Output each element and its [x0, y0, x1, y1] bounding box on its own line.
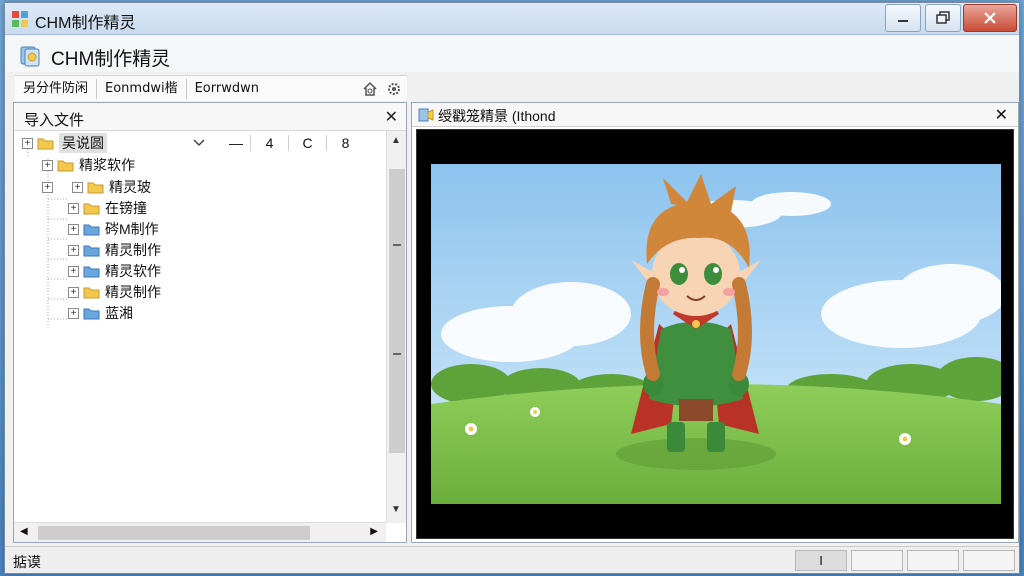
- root-tool-c[interactable]: C: [288, 135, 326, 151]
- tree-item[interactable]: + + 精灵玻: [42, 177, 151, 197]
- tree-item-label: 在镑撞: [105, 200, 147, 216]
- status-text: 掂谟: [13, 554, 41, 570]
- maximize-button[interactable]: [925, 4, 961, 32]
- close-button[interactable]: [963, 4, 1017, 32]
- window-title: CHM制作精灵: [35, 15, 136, 32]
- restore-icon: [936, 11, 950, 24]
- scroll-up-icon[interactable]: ▲: [391, 135, 401, 146]
- tree-item-label: 精灵制作: [105, 242, 161, 258]
- app-header: CHM制作精灵: [5, 36, 1019, 72]
- vertical-scrollbar[interactable]: ▲ ▼: [386, 131, 406, 523]
- expand-toggle-icon[interactable]: +: [68, 286, 79, 298]
- scroll-left-icon[interactable]: ◀: [20, 526, 28, 537]
- tree-item[interactable]: + 精浆软作: [42, 155, 135, 175]
- expand-toggle-icon[interactable]: +: [68, 202, 79, 214]
- folder-icon: [57, 160, 74, 171]
- folder-icon: [37, 138, 54, 149]
- tree-item-label: 精灵制作: [105, 284, 161, 300]
- file-tree-title: 导入文件: [24, 112, 85, 129]
- expand-toggle-icon[interactable]: +: [72, 181, 83, 193]
- folder-icon: [83, 266, 100, 277]
- preview-panel: 绶戳笼精景 (Ithond ✕: [411, 102, 1019, 543]
- status-segment: [963, 550, 1015, 571]
- folder-icon: [83, 203, 100, 214]
- file-tree: + 吴说圆 — 4 C 8 + 精浆软作 + + 精灵玻 + 在镑撞 + 硶M制…: [14, 131, 386, 523]
- expand-toggle-icon[interactable]: +: [42, 159, 53, 171]
- root-tool-4[interactable]: 4: [250, 135, 288, 151]
- tree-item[interactable]: + 精灵软作: [68, 261, 161, 281]
- root-tool-dash[interactable]: —: [222, 135, 250, 151]
- tree-indent: [57, 181, 68, 193]
- tree-item-root[interactable]: + 吴说圆: [22, 133, 107, 153]
- preview-tab-icon: [418, 108, 434, 122]
- folder-icon: [83, 308, 100, 319]
- scroll-down-icon[interactable]: ▼: [391, 504, 401, 515]
- status-bar: 掂谟 I: [5, 546, 1019, 573]
- horizontal-scrollbar[interactable]: ◀ ▶: [14, 522, 386, 542]
- app-icon: [12, 11, 28, 27]
- expand-toggle-icon[interactable]: +: [42, 181, 53, 193]
- tree-item-label: 吴说圆: [59, 133, 107, 153]
- scroll-grip-icon: [393, 244, 401, 246]
- tree-item-label: 精灵玻: [109, 179, 151, 195]
- file-tree-header: 导入文件 ✕: [14, 103, 406, 131]
- tree-item[interactable]: + 硶M制作: [68, 219, 159, 239]
- menu-bar: 另分件防闲 Eonmdwi楷 Eorrwdwn: [15, 75, 407, 101]
- expand-toggle-icon[interactable]: +: [68, 265, 79, 277]
- scroll-right-icon[interactable]: ▶: [370, 526, 378, 537]
- folder-icon: [83, 224, 100, 235]
- minimize-icon: [898, 20, 908, 22]
- scroll-grip-icon: [393, 353, 401, 355]
- status-segment-active: I: [795, 550, 847, 571]
- status-segment: [907, 550, 959, 571]
- expand-toggle-icon[interactable]: +: [68, 307, 79, 319]
- preview-title: 绶戳笼精景 (Ithond: [438, 108, 556, 124]
- expand-toggle-icon[interactable]: +: [68, 244, 79, 256]
- preview-header: 绶戳笼精景 (Ithond ✕: [412, 103, 1018, 127]
- panel-close-icon[interactable]: ✕: [385, 107, 398, 127]
- expand-toggle-icon[interactable]: +: [68, 223, 79, 235]
- menu-item-1[interactable]: 另分件防闲: [15, 78, 98, 99]
- menu-tools: [361, 80, 403, 98]
- image-preview: [416, 129, 1014, 539]
- folder-icon: [83, 287, 100, 298]
- tree-item-label: 精浆软作: [79, 157, 135, 173]
- vertical-scroll-thumb[interactable]: [389, 169, 405, 453]
- close-icon: [984, 12, 996, 24]
- root-tool-8[interactable]: 8: [326, 135, 364, 151]
- menu-item-3[interactable]: Eorrwdwn: [187, 79, 267, 99]
- settings-icon[interactable]: [385, 80, 403, 98]
- tree-item[interactable]: + 精灵制作: [68, 240, 161, 260]
- elf-character-illustration: [431, 164, 1001, 504]
- tree-item[interactable]: + 精灵制作: [68, 282, 161, 302]
- file-tree-panel: 导入文件 ✕ + 吴说圆 — 4 C 8 + 精浆软作 + + 精灵玻 + 在镑…: [13, 102, 407, 543]
- chevron-down-icon[interactable]: [192, 138, 206, 148]
- tree-item-label: 硶M制作: [105, 221, 159, 237]
- root-toolbar: — 4 C 8: [222, 132, 364, 154]
- folder-icon: [83, 245, 100, 256]
- expand-toggle-icon[interactable]: +: [22, 137, 33, 149]
- menu-item-2[interactable]: Eonmdwi楷: [97, 78, 187, 99]
- status-segment: [851, 550, 903, 571]
- home-icon[interactable]: [361, 80, 379, 98]
- tree-item-label: 蓝湘: [105, 305, 133, 321]
- tree-item-label: 精灵软作: [105, 263, 161, 279]
- horizontal-scroll-thumb[interactable]: [38, 526, 310, 540]
- tree-item[interactable]: + 蓝湘: [68, 303, 133, 323]
- chm-book-icon: [20, 46, 40, 67]
- title-bar[interactable]: CHM制作精灵: [5, 3, 1019, 35]
- folder-icon: [87, 182, 104, 193]
- app-window: CHM制作精灵 CHM制作精灵 另分件防闲 Eonmdwi楷 Eorrwdwn: [4, 2, 1020, 574]
- page-title: CHM制作精灵: [51, 49, 171, 70]
- minimize-button[interactable]: [885, 4, 921, 32]
- tree-item[interactable]: + 在镑撞: [68, 198, 147, 218]
- preview-close-icon[interactable]: ✕: [995, 105, 1008, 125]
